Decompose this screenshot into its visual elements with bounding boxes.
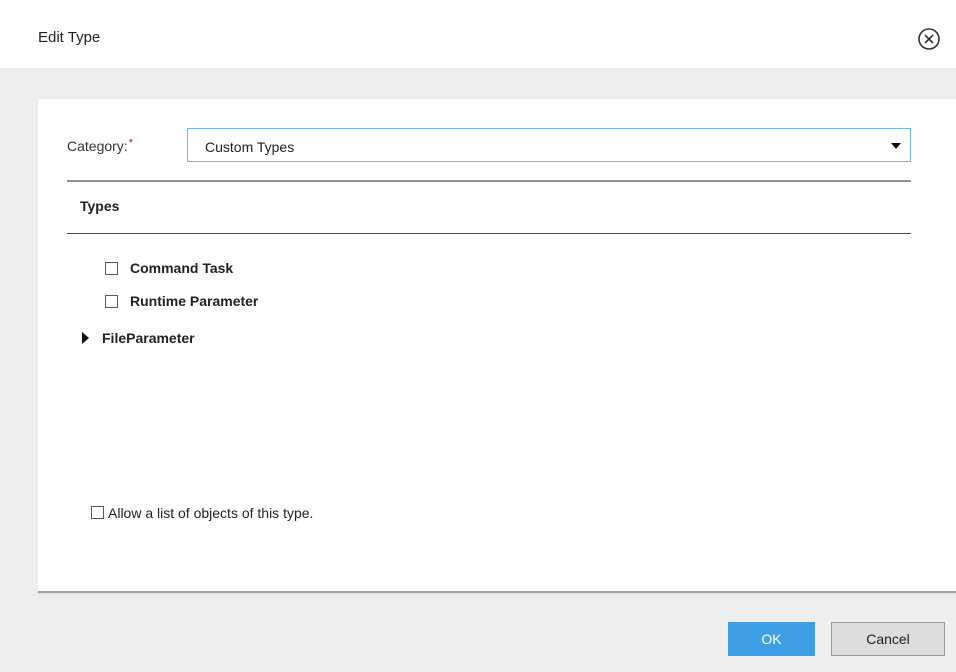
- close-icon[interactable]: [917, 27, 941, 51]
- types-header: Types: [80, 198, 120, 214]
- cancel-button[interactable]: Cancel: [831, 622, 945, 656]
- category-label: Category:*: [67, 137, 133, 154]
- types-divider-top: [67, 180, 911, 182]
- type-item-runtime-parameter[interactable]: Runtime Parameter: [105, 293, 305, 313]
- category-label-text: Category:: [67, 138, 128, 154]
- tree-group-fileparameter[interactable]: FileParameter: [102, 330, 195, 346]
- category-select[interactable]: Custom Types: [187, 128, 911, 162]
- dialog-title: Edit Type: [38, 29, 101, 46]
- allow-list-checkbox[interactable]: [91, 506, 104, 519]
- category-select-value: Custom Types: [205, 139, 295, 155]
- type-item-label: Runtime Parameter: [130, 293, 259, 309]
- ok-button[interactable]: OK: [728, 622, 815, 656]
- type-item-command-task[interactable]: Command Task: [105, 260, 285, 280]
- caret-down-icon: [891, 143, 901, 149]
- required-marker: *: [128, 137, 133, 149]
- caret-right-icon[interactable]: [82, 332, 89, 344]
- dialog-header: Edit Type: [0, 0, 956, 68]
- type-item-label: Command Task: [130, 260, 234, 276]
- checkbox-runtime-parameter[interactable]: [105, 295, 118, 308]
- types-divider-bottom: [67, 233, 911, 234]
- allow-list-label: Allow a list of objects of this type.: [108, 505, 314, 521]
- checkbox-command-task[interactable]: [105, 262, 118, 275]
